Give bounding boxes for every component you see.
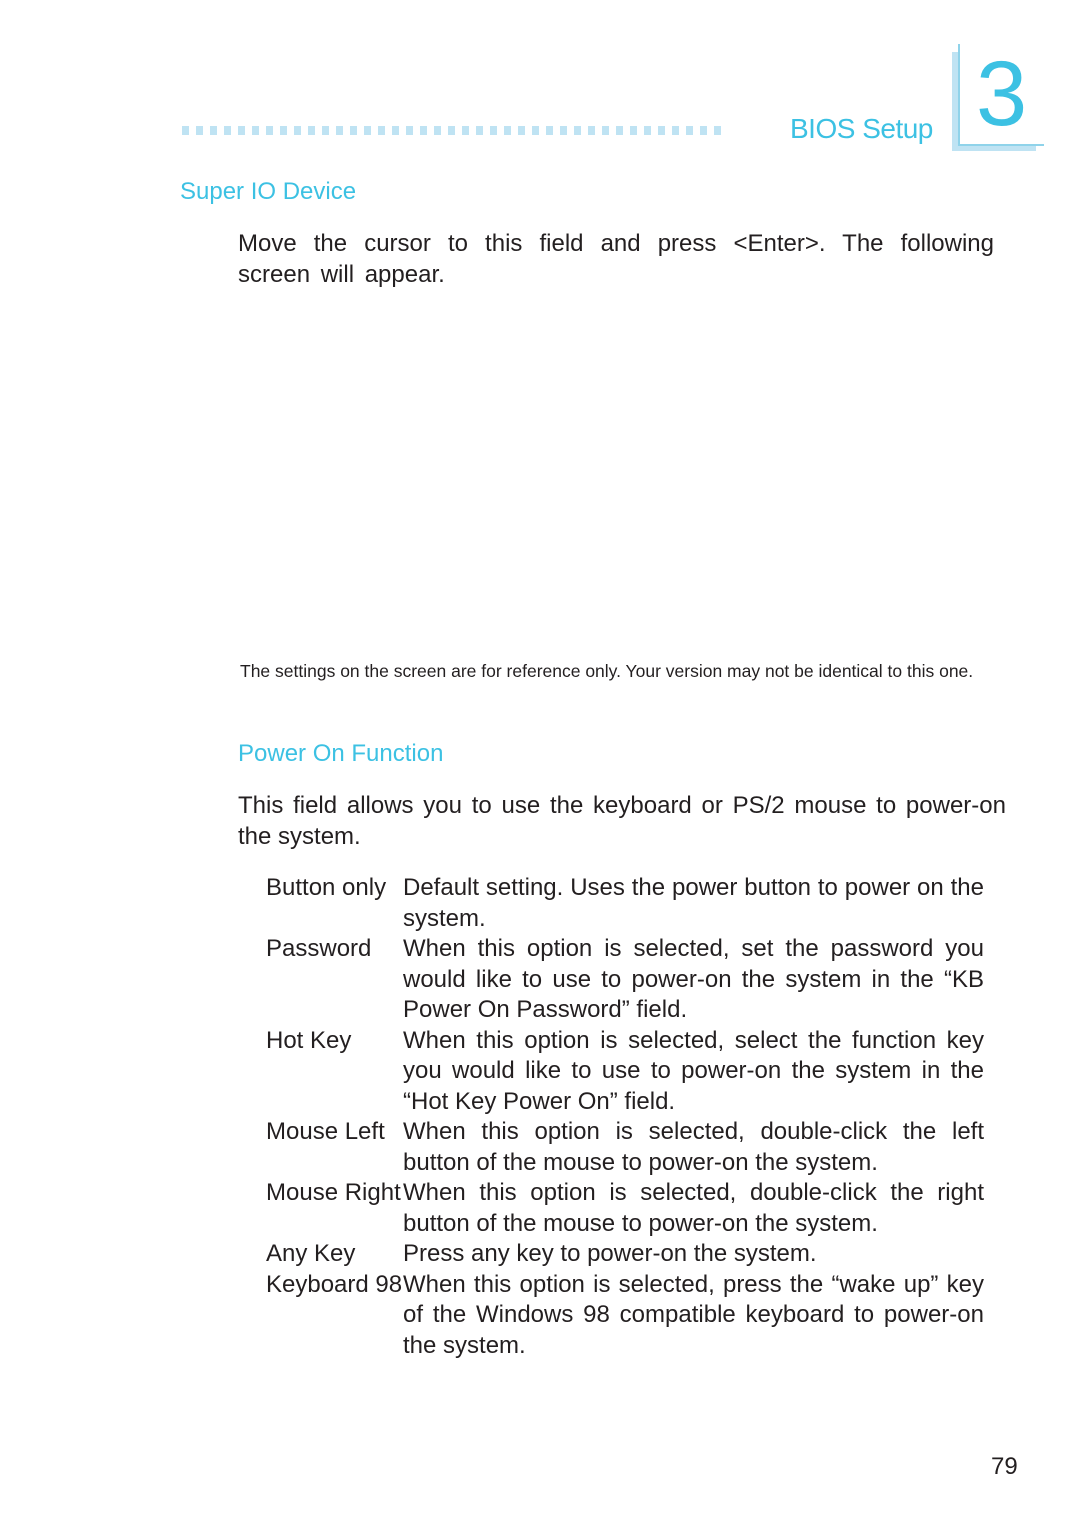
page-number: 79 <box>991 1453 1018 1480</box>
header-dot <box>280 126 287 135</box>
header-dot <box>308 126 315 135</box>
option-label: Password <box>266 935 372 962</box>
header-dot <box>672 126 679 135</box>
header-dot <box>630 126 637 135</box>
header-dot <box>518 126 525 135</box>
header-dot <box>196 126 203 135</box>
header-dot <box>266 126 273 135</box>
super-io-description: Move the cursor to this field and press … <box>238 230 994 288</box>
header-dot <box>448 126 455 135</box>
header-dot <box>644 126 651 135</box>
power-on-options-list: Button only Default setting. Uses the po… <box>266 873 996 1361</box>
header-dot <box>504 126 511 135</box>
header-dot <box>462 126 469 135</box>
option-item-password: Password When this option is selected, s… <box>266 934 996 1026</box>
header-dot <box>546 126 553 135</box>
header-dot <box>588 126 595 135</box>
header-dot <box>406 126 413 135</box>
header-dot <box>294 126 301 135</box>
header-dot <box>336 126 343 135</box>
header-dot <box>532 126 539 135</box>
chapter-box-line-vertical <box>958 44 960 146</box>
header-dot <box>364 126 371 135</box>
header-dot <box>714 126 721 135</box>
header-dot <box>434 126 441 135</box>
option-description: When this option is selected, double-cli… <box>403 1118 984 1176</box>
option-description: When this option is selected, press the … <box>403 1270 984 1359</box>
option-description: When this option is selected, select the… <box>403 1026 984 1115</box>
header-dot <box>420 126 427 135</box>
option-item-any-key: Any Key Press any key to power-on the sy… <box>266 1239 996 1270</box>
header-dot <box>490 126 497 135</box>
option-item-keyboard-98: Keyboard 98 When this option is selected… <box>266 1270 996 1362</box>
option-item-mouse-right: Mouse Right When this option is selected… <box>266 1178 996 1239</box>
header-dot <box>574 126 581 135</box>
option-description: When this option is selected, double-cli… <box>403 1179 984 1237</box>
reference-note: The settings on the screen are for refer… <box>240 661 974 681</box>
header-dot <box>602 126 609 135</box>
header-dot <box>350 126 357 135</box>
header-dot <box>210 126 217 135</box>
bios-screen-figure-area <box>238 300 1006 650</box>
option-label: Mouse Left <box>266 1118 385 1145</box>
header-dot <box>658 126 665 135</box>
header-dot <box>182 126 189 135</box>
option-item-hot-key: Hot Key When this option is selected, se… <box>266 1026 996 1118</box>
chapter-number: 3 <box>976 43 1028 145</box>
section-heading-power-on-function: Power On Function <box>238 740 444 767</box>
header-dot <box>700 126 707 135</box>
option-label: Any Key <box>266 1240 356 1267</box>
header-dot <box>392 126 399 135</box>
power-on-description: This field allows you to use the keyboar… <box>238 792 1006 850</box>
section-heading-super-io-device: Super IO Device <box>180 178 357 205</box>
header-dot <box>560 126 567 135</box>
option-description: Press any key to power-on the system. <box>403 1240 817 1267</box>
header-dot <box>224 126 231 135</box>
header-dotted-rule <box>182 126 782 136</box>
header-dot <box>252 126 259 135</box>
header-dot <box>476 126 483 135</box>
option-description: When this option is selected, set the pa… <box>403 935 984 1023</box>
option-item-mouse-left: Mouse Left When this option is selected,… <box>266 1117 996 1178</box>
option-label: Hot Key <box>266 1026 352 1054</box>
option-label: Mouse Right <box>266 1179 401 1206</box>
option-description: Default setting. Uses the power button t… <box>403 874 984 932</box>
header-dot <box>378 126 385 135</box>
option-item-button-only: Button only Default setting. Uses the po… <box>266 873 996 934</box>
header-dot <box>686 126 693 135</box>
header-dot <box>616 126 623 135</box>
option-label: Keyboard 98 <box>266 1270 403 1298</box>
header-dot <box>322 126 329 135</box>
chapter-title: BIOS Setup <box>790 113 933 144</box>
option-label: Button only <box>266 874 387 901</box>
header-dot <box>238 126 245 135</box>
